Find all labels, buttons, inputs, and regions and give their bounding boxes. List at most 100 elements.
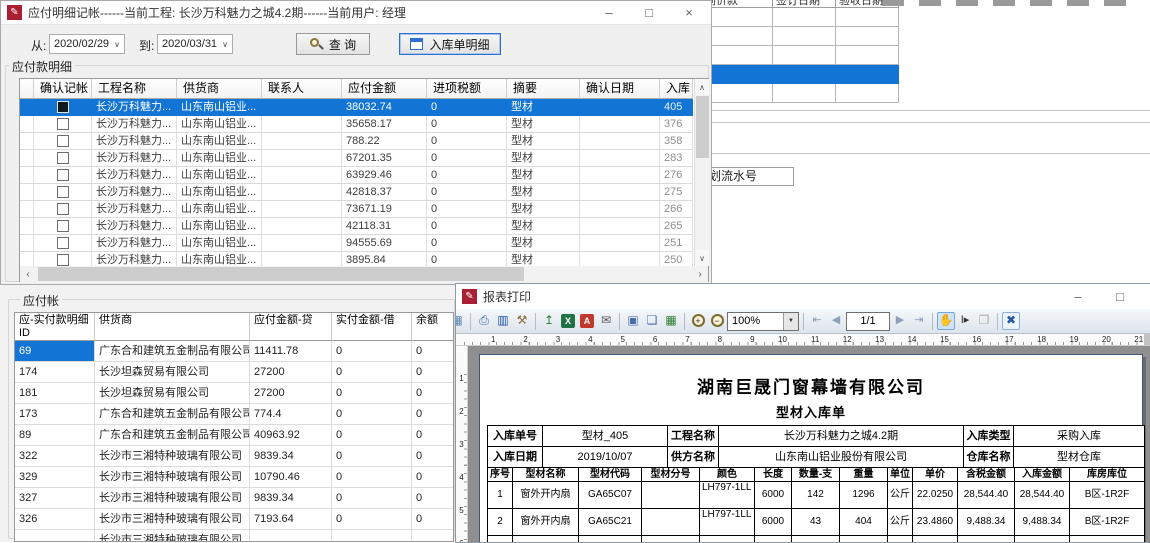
detail-cell: 28,544.40 bbox=[958, 482, 1015, 509]
export-grid-icon[interactable]: ▦ bbox=[456, 312, 466, 330]
column-header[interactable]: 工程名称 bbox=[92, 79, 177, 99]
export-icon[interactable]: ↥ bbox=[540, 312, 558, 330]
next-page-button[interactable]: ▶ bbox=[891, 312, 909, 330]
column-header[interactable]: 应付金额 bbox=[342, 79, 427, 99]
table-row[interactable]: 长沙万科魅力... 山东南山铝业... 42118.31 0 型材 265 bbox=[20, 218, 708, 235]
query-button[interactable]: 查 询 bbox=[296, 33, 370, 55]
minimize-button[interactable]: – bbox=[589, 1, 629, 25]
column-header[interactable]: 供货商 bbox=[95, 313, 250, 341]
table-row[interactable]: 长沙万科魅力... 山东南山铝业... 63929.46 0 型材 276 bbox=[20, 167, 708, 184]
chevron-down-icon: ∨ bbox=[218, 40, 228, 49]
table-row[interactable]: 69 广东合和建筑五金制品有限公司 11411.78 0 0 bbox=[15, 341, 453, 362]
title-bar[interactable]: ✎ 报表打印 – □ × bbox=[456, 284, 1150, 309]
scroll-up-icon[interactable]: ∧ bbox=[695, 79, 709, 95]
table-row[interactable]: 长沙万科魅力... 山东南山铝业... 3895.84 0 型材 250 bbox=[20, 252, 708, 267]
to-date-select[interactable]: 2020/03/31 ∨ bbox=[157, 34, 233, 54]
table-row[interactable]: 长沙市三湘特种玻璃有限公司 bbox=[15, 530, 453, 542]
data-grid-icon[interactable]: ▦ bbox=[662, 312, 680, 330]
table-row[interactable]: 173 广东合和建筑五金制品有限公司 774.4 0 0 bbox=[15, 404, 453, 425]
background-table-row[interactable] bbox=[691, 65, 898, 84]
contact-cell bbox=[262, 99, 342, 116]
confirm-checkbox[interactable] bbox=[57, 220, 69, 232]
scroll-down-icon[interactable]: ∨ bbox=[695, 250, 709, 266]
page-indicator-input[interactable]: 1/1 bbox=[846, 312, 890, 331]
confirm-checkbox[interactable] bbox=[57, 101, 69, 113]
table-row[interactable]: 329 长沙市三湘特种玻璃有限公司 10790.46 0 0 bbox=[15, 467, 453, 488]
dropdown-arrow-icon[interactable]: ▼ bbox=[783, 313, 798, 330]
title-bar[interactable]: ✎ 应付明细记帐------当前工程: 长沙万科魅力之城4.2期------当前… bbox=[1, 1, 711, 25]
from-date-select[interactable]: 2020/02/29 ∨ bbox=[49, 34, 125, 54]
print-icon[interactable]: ⎙ bbox=[475, 312, 493, 330]
last-page-button[interactable]: ⇥ bbox=[910, 312, 928, 330]
hand-tool-icon[interactable]: ✋ bbox=[937, 312, 955, 330]
settings-tools-icon[interactable]: ⚒ bbox=[513, 312, 531, 330]
table-row[interactable]: 长沙万科魅力... 山东南山铝业... 42818.37 0 型材 275 bbox=[20, 184, 708, 201]
pdf-export-icon[interactable]: A bbox=[578, 312, 596, 330]
close-button[interactable]: × bbox=[1140, 285, 1150, 309]
book-icon[interactable]: ▥ bbox=[494, 312, 512, 330]
column-header[interactable]: 供货商 bbox=[177, 79, 262, 99]
column-header[interactable]: 余额 bbox=[412, 313, 454, 341]
horizontal-scrollbar[interactable]: ‹ › bbox=[20, 266, 708, 282]
zoom-out-icon[interactable]: − bbox=[708, 312, 726, 330]
text-select-tool-icon[interactable]: I▸ bbox=[956, 312, 974, 330]
scroll-right-icon[interactable]: › bbox=[692, 266, 708, 282]
divider bbox=[690, 153, 1150, 154]
confirm-checkbox[interactable] bbox=[57, 186, 69, 198]
confirm-checkbox[interactable] bbox=[57, 152, 69, 164]
confirm-checkbox[interactable] bbox=[57, 237, 69, 249]
scrollbar-thumb[interactable] bbox=[696, 96, 709, 158]
column-header[interactable]: 入库 bbox=[660, 79, 693, 99]
first-page-button[interactable]: ⇤ bbox=[808, 312, 826, 330]
zoom-in-icon[interactable]: + bbox=[689, 312, 707, 330]
scroll-left-icon[interactable]: ‹ bbox=[20, 266, 36, 282]
confirm-checkbox[interactable] bbox=[57, 169, 69, 181]
table-row[interactable]: 174 长沙坦森贸易有限公司 27200 0 0 bbox=[15, 362, 453, 383]
copy-icon[interactable]: ❐ bbox=[975, 312, 993, 330]
table-row[interactable]: 长沙万科魅力... 山东南山铝业... 35658.17 0 型材 376 bbox=[20, 116, 708, 133]
confirm-checkbox[interactable] bbox=[57, 135, 69, 147]
background-table-row[interactable] bbox=[691, 46, 898, 65]
table-row[interactable]: 长沙万科魅力... 山东南山铝业... 788.22 0 型材 358 bbox=[20, 133, 708, 150]
table-row[interactable]: 长沙万科魅力... 山东南山铝业... 67201.35 0 型材 283 bbox=[20, 150, 708, 167]
excel-export-icon[interactable]: X bbox=[559, 312, 577, 330]
background-table-row[interactable] bbox=[691, 27, 898, 46]
previous-page-button[interactable]: ◀ bbox=[827, 312, 845, 330]
mail-icon[interactable]: ✉ bbox=[597, 312, 615, 330]
table-row[interactable]: 327 长沙市三湘特种玻璃有限公司 9839.34 0 0 bbox=[15, 488, 453, 509]
inbound-detail-button[interactable]: 入库单明细 bbox=[399, 33, 501, 55]
confirm-checkbox[interactable] bbox=[57, 203, 69, 215]
close-preview-icon[interactable]: ✖ bbox=[1002, 312, 1020, 330]
maximize-button[interactable]: □ bbox=[629, 1, 669, 25]
confirm-checkbox[interactable] bbox=[57, 118, 69, 130]
table-row[interactable]: 长沙万科魅力... 山东南山铝业... 38032.74 0 型材 405 bbox=[20, 99, 708, 116]
save-icon[interactable]: ▣ bbox=[624, 312, 642, 330]
column-header[interactable]: 联系人 bbox=[262, 79, 342, 99]
maximize-button[interactable]: □ bbox=[1100, 285, 1140, 309]
page-setup-icon[interactable]: ❏ bbox=[643, 312, 661, 330]
minimize-button[interactable]: – bbox=[1058, 285, 1098, 309]
column-header[interactable]: 进项税额 bbox=[427, 79, 507, 99]
background-column-header[interactable]: 验收日期 bbox=[836, 0, 899, 8]
table-row[interactable]: 长沙万科魅力... 山东南山铝业... 94555.69 0 型材 251 bbox=[20, 235, 708, 252]
report-preview-area[interactable]: 123456 湖南巨晟门窗幕墙有限公司 型材入库单 入库单号型材_405工程名称… bbox=[456, 346, 1150, 542]
column-header[interactable]: 确认记帐 bbox=[34, 79, 92, 99]
table-row[interactable]: 长沙万科魅力... 山东南山铝业... 73671.19 0 型材 266 bbox=[20, 201, 708, 218]
column-header[interactable]: 实付金额-借 bbox=[332, 313, 412, 341]
table-row[interactable]: 322 长沙市三湘特种玻璃有限公司 9839.34 0 0 bbox=[15, 446, 453, 467]
close-button[interactable]: × bbox=[669, 1, 709, 25]
scrollbar-thumb[interactable] bbox=[38, 267, 524, 281]
table-row[interactable]: 326 长沙市三湘特种玻璃有限公司 7193.64 0 0 bbox=[15, 509, 453, 530]
column-header[interactable]: 应付金额-贷 bbox=[250, 313, 332, 341]
column-header[interactable]: 确认日期 bbox=[580, 79, 660, 99]
zoom-level-select[interactable]: 100% ▼ bbox=[727, 312, 799, 331]
background-table-row[interactable] bbox=[691, 8, 898, 27]
vertical-scrollbar[interactable]: ∧ ∨ bbox=[694, 79, 709, 266]
table-row[interactable]: 181 长沙坦森贸易有限公司 27200 0 0 bbox=[15, 383, 453, 404]
column-header[interactable]: 应-实付款明细ID bbox=[15, 313, 95, 341]
column-header[interactable]: 摘要 bbox=[507, 79, 580, 99]
background-column-header[interactable]: 签订日期 bbox=[773, 0, 836, 8]
background-table-row[interactable] bbox=[691, 84, 898, 103]
table-row[interactable]: 89 广东合和建筑五金制品有限公司 40963.92 0 0 bbox=[15, 425, 453, 446]
confirm-checkbox[interactable] bbox=[57, 254, 69, 266]
